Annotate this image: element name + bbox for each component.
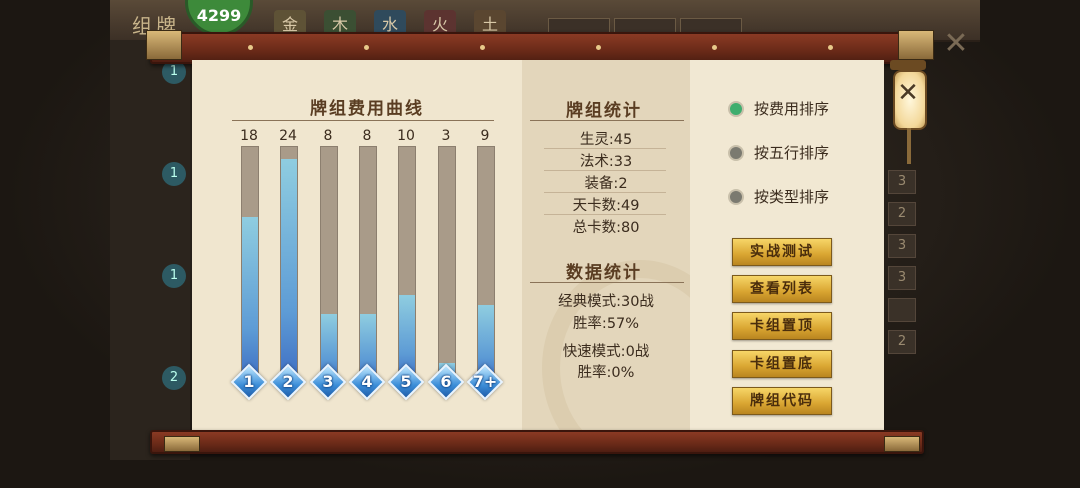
- background-cost-circle: 1: [162, 162, 186, 186]
- cost-tier-label: 5: [400, 372, 412, 391]
- deck-to-top-button[interactable]: 卡组置顶: [732, 312, 832, 340]
- lantern-cap: [890, 60, 926, 70]
- background-left-panel: [110, 40, 190, 460]
- stat-heaven-cards: 天卡数:49: [572, 198, 640, 214]
- radio-unselected-icon[interactable]: [728, 189, 744, 205]
- title-underline: [530, 282, 684, 283]
- scroll-rod-cap: [164, 436, 200, 452]
- radio-unselected-icon[interactable]: [728, 145, 744, 161]
- background-count: 2: [888, 202, 916, 226]
- cost-tier-label: 3: [322, 372, 334, 391]
- background-count: 3: [888, 234, 916, 258]
- stats-panel: 牌组费用曲线 18 1 24 2 8 3 8 4 10 5 3 6 9 7+ 牌组统计 生灵:45 法术:…: [192, 60, 884, 438]
- background-cost-circle: 1: [162, 264, 186, 288]
- cost-bar: [398, 146, 416, 380]
- background-count: [888, 298, 916, 322]
- deck-stats-title: 牌组统计: [566, 101, 642, 121]
- lantern-tassel: [907, 128, 911, 164]
- data-stats-title: 数据统计: [566, 263, 642, 283]
- stat-total-cards: 总卡数:80: [572, 220, 640, 236]
- classic-mode-winrate: 胜率:57%: [572, 316, 640, 332]
- cost-tier-label: 2: [282, 372, 294, 391]
- scroll-rod-cap: [898, 30, 934, 60]
- background-right-list: 3 2 3 3 2: [888, 170, 918, 400]
- background-cost-circle: 2: [162, 366, 186, 390]
- cost-bar: [477, 146, 495, 380]
- sort-option-label[interactable]: 按费用排序: [754, 98, 829, 119]
- sort-option-label[interactable]: 按五行排序: [754, 142, 829, 163]
- radio-selected-icon[interactable]: [728, 101, 744, 117]
- cost-tier-label: 1: [243, 372, 255, 391]
- background-count: 3: [888, 170, 916, 194]
- stat-spells: 法术:33: [579, 154, 633, 170]
- cost-bar-fill: [242, 217, 258, 379]
- view-list-button[interactable]: 查看列表: [732, 275, 832, 303]
- cost-bar: [241, 146, 259, 380]
- cost-count-label: 18: [240, 128, 258, 144]
- cost-bar-fill: [281, 159, 297, 379]
- cost-tier-label: 4: [361, 372, 373, 391]
- scroll-rod-cap: [146, 30, 182, 60]
- deck-to-bottom-button[interactable]: 卡组置底: [732, 350, 832, 378]
- cost-bar: [320, 146, 338, 380]
- classic-mode-battles: 经典模式:30战: [558, 294, 654, 310]
- background-count: 2: [888, 330, 916, 354]
- background-close-icon: ✕: [943, 26, 969, 61]
- title-underline: [530, 120, 684, 121]
- scroll-rod-cap: [884, 436, 920, 452]
- title-underline: [232, 120, 494, 121]
- cost-count-label: 10: [397, 128, 415, 144]
- cost-count-label: 24: [279, 128, 297, 144]
- quick-mode-winrate: 胜率:0%: [577, 365, 635, 381]
- battle-test-button[interactable]: 实战测试: [732, 238, 832, 266]
- cost-count-label: 9: [480, 128, 490, 144]
- stat-equipment: 装备:2: [584, 176, 628, 192]
- sort-option-label[interactable]: 按类型排序: [754, 186, 829, 207]
- stat-creatures: 生灵:45: [579, 132, 633, 148]
- cost-tier-label: 6: [440, 372, 452, 391]
- scroll-bottom-rod: [150, 430, 924, 454]
- cost-tier-label: 7+: [472, 372, 498, 391]
- deck-code-button[interactable]: 牌组代码: [732, 387, 832, 415]
- quick-mode-battles: 快速模式:0战: [562, 344, 650, 360]
- cost-count-label: 8: [323, 128, 333, 144]
- cost-bar: [438, 146, 456, 380]
- cost-bar: [280, 146, 298, 380]
- cost-bar: [359, 146, 377, 380]
- close-icon[interactable]: ✕: [893, 78, 923, 108]
- cost-count-label: 3: [441, 128, 451, 144]
- cost-curve-title: 牌组费用曲线: [310, 99, 424, 119]
- background-count: 3: [888, 266, 916, 290]
- cost-count-label: 8: [362, 128, 372, 144]
